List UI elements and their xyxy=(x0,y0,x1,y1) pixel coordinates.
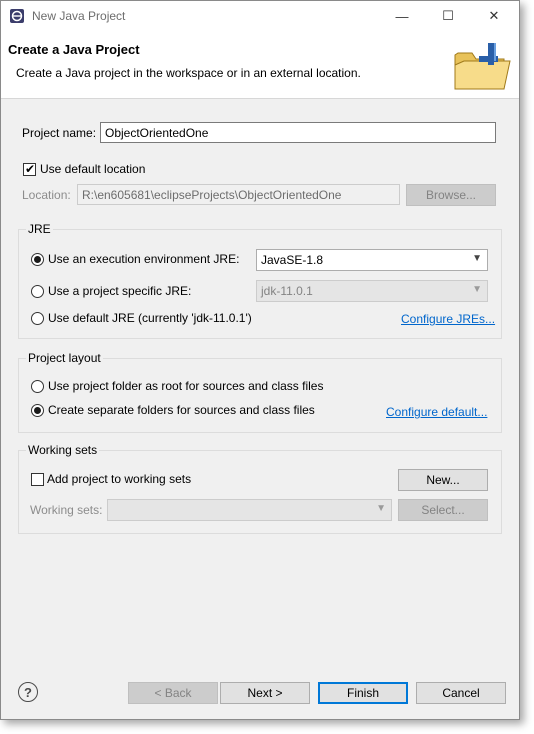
radio-dot xyxy=(34,407,41,414)
window-title: New Java Project xyxy=(32,9,126,23)
working-sets-combo[interactable]: ▼ xyxy=(107,499,392,521)
eclipse-icon xyxy=(10,9,24,23)
new-folder-wizard-icon xyxy=(454,43,511,90)
banner-title: Create a Java Project xyxy=(8,42,140,57)
execution-env-value: JavaSE-1.8 xyxy=(261,253,324,267)
wizard-banner: Create a Java Project Create a Java proj… xyxy=(1,31,519,99)
select-working-sets-button[interactable]: Select... xyxy=(398,499,488,521)
chevron-down-icon: ▼ xyxy=(472,253,482,264)
help-icon[interactable]: ? xyxy=(18,682,38,702)
jre-default-radio[interactable] xyxy=(31,312,44,325)
project-specific-jre-value: jdk-11.0.1 xyxy=(261,284,313,298)
use-default-location-checkbox[interactable]: ✔ xyxy=(23,162,36,176)
configure-default-link[interactable]: Configure default... xyxy=(386,405,487,419)
maximize-button[interactable]: ☐ xyxy=(425,1,471,31)
location-input[interactable]: R:\en605681\eclipseProjects\ObjectOrient… xyxy=(77,184,400,205)
banner-description: Create a Java project in the workspace o… xyxy=(16,66,361,80)
close-button[interactable]: ✕ xyxy=(471,1,517,31)
execution-env-combo[interactable]: JavaSE-1.8 ▼ xyxy=(256,249,488,271)
project-layout-group-label: Project layout xyxy=(26,351,103,365)
configure-jres-link[interactable]: Configure JREs... xyxy=(401,312,495,326)
jre-group-label: JRE xyxy=(26,222,53,236)
jre-project-specific-radio[interactable] xyxy=(31,285,44,298)
browse-button[interactable]: Browse... xyxy=(406,184,496,206)
working-sets-group-label: Working sets xyxy=(26,443,100,457)
working-sets-group xyxy=(18,450,502,534)
checkmark-icon: ✔ xyxy=(25,162,36,176)
new-working-set-button[interactable]: New... xyxy=(398,469,488,491)
layout-root-folder-radio[interactable] xyxy=(31,380,44,393)
jre-project-specific-label: Use a project specific JRE: xyxy=(48,284,192,298)
add-to-working-sets-label: Add project to working sets xyxy=(47,472,192,486)
project-name-label: Project name: xyxy=(22,126,97,140)
minimize-button[interactable]: — xyxy=(379,1,425,31)
chevron-down-icon: ▼ xyxy=(376,503,386,514)
jre-execution-env-radio[interactable] xyxy=(31,253,44,266)
project-layout-group xyxy=(18,358,502,433)
new-java-project-dialog: New Java Project — ☐ ✕ Create a Java Pro… xyxy=(0,0,520,720)
use-default-location-label: Use default location xyxy=(40,162,146,176)
radio-dot xyxy=(34,256,41,263)
project-specific-jre-combo[interactable]: jdk-11.0.1 ▼ xyxy=(256,280,488,302)
back-button[interactable]: < Back xyxy=(128,682,218,704)
cancel-button[interactable]: Cancel xyxy=(416,682,506,704)
project-name-input[interactable]: ObjectOrientedOne xyxy=(100,122,496,143)
finish-button[interactable]: Finish xyxy=(318,682,408,704)
location-label: Location: xyxy=(22,188,71,202)
jre-execution-env-label: Use an execution environment JRE: xyxy=(48,252,240,266)
layout-separate-folders-label: Create separate folders for sources and … xyxy=(48,403,315,417)
layout-separate-folders-radio[interactable] xyxy=(31,404,44,417)
working-sets-label: Working sets: xyxy=(30,503,103,517)
next-button[interactable]: Next > xyxy=(220,682,310,704)
add-to-working-sets-checkbox[interactable] xyxy=(31,473,44,486)
jre-default-label: Use default JRE (currently 'jdk-11.0.1') xyxy=(48,311,252,325)
title-bar: New Java Project — ☐ ✕ xyxy=(1,1,519,31)
layout-root-folder-label: Use project folder as root for sources a… xyxy=(48,379,324,393)
chevron-down-icon: ▼ xyxy=(472,284,482,295)
